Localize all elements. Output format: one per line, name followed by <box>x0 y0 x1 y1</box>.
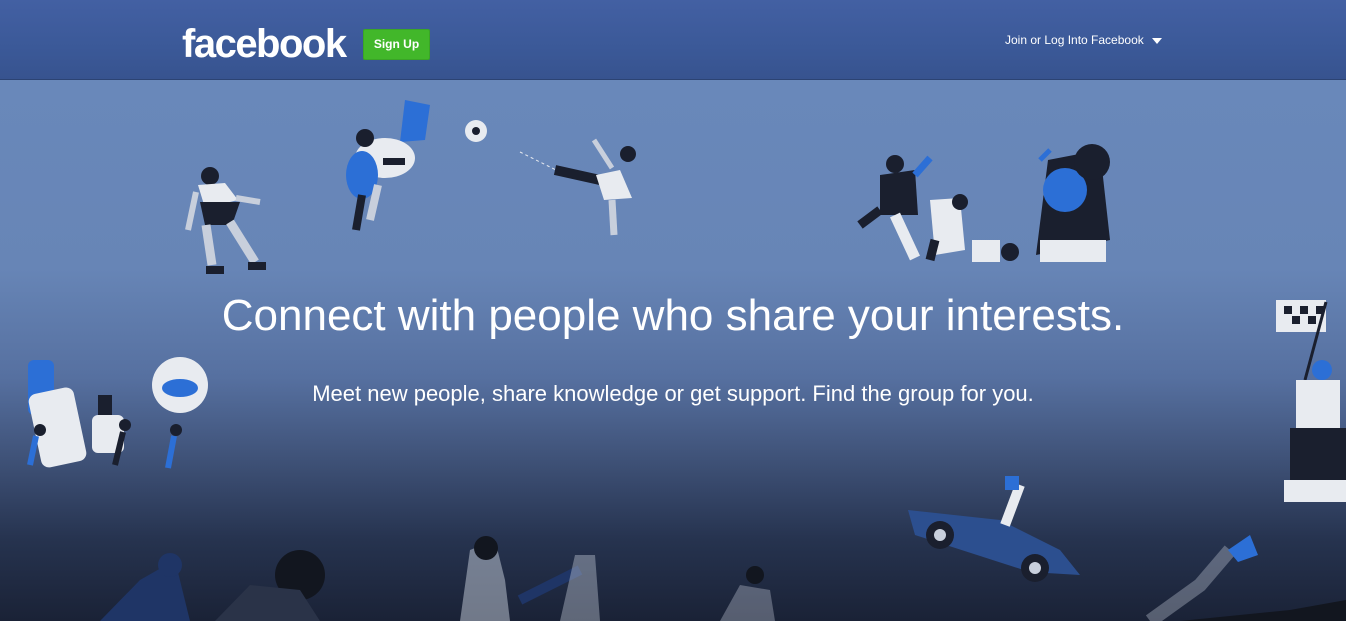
player-illustration <box>519 138 636 236</box>
hero-headline: Connect with people who share your inter… <box>221 291 1125 340</box>
hero-illustration <box>27 100 1346 621</box>
goalkeeper-illustration <box>346 100 430 231</box>
person-illustration <box>185 167 266 274</box>
sign-up-button[interactable]: Sign Up <box>363 29 430 60</box>
join-or-login-label: Join or Log Into Facebook <box>1005 33 1144 47</box>
top-navigation-bar: facebook Sign Up Join or Log Into Facebo… <box>0 0 1346 80</box>
facebook-logo[interactable]: facebook <box>182 20 347 68</box>
car-illustration <box>908 476 1080 582</box>
hero-banner: Connect with people who share your inter… <box>0 80 1346 621</box>
join-or-login-dropdown[interactable]: Join or Log Into Facebook <box>1005 31 1162 49</box>
chevron-down-icon <box>1151 37 1162 44</box>
bottom-people-illustration <box>100 535 1346 621</box>
hero-subheadline: Meet new people, share knowledge or get … <box>312 381 1034 406</box>
cosmetics-illustration <box>27 357 208 469</box>
people-with-dog-illustration <box>857 144 1110 262</box>
